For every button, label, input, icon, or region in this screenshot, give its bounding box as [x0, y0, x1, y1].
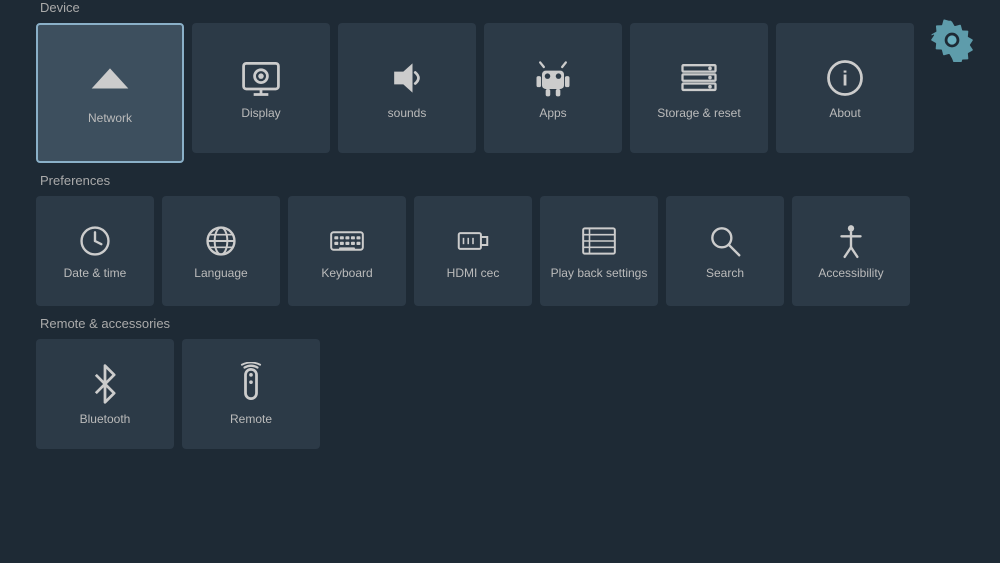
tile-date-time[interactable]: Date & time — [36, 196, 154, 306]
tile-storage-reset[interactable]: Storage & reset — [630, 23, 768, 153]
hdmi-label: HDMI cec — [447, 266, 500, 280]
language-label: Language — [194, 266, 247, 280]
tile-hdmi-cec[interactable]: HDMI cec — [414, 196, 532, 306]
date-time-label: Date & time — [64, 266, 127, 280]
tile-apps[interactable]: Apps — [484, 23, 622, 153]
apps-icon — [531, 56, 575, 100]
about-icon: i — [823, 56, 867, 100]
bluetooth-label: Bluetooth — [80, 412, 131, 426]
keyboard-icon — [328, 222, 366, 260]
playback-icon — [580, 222, 618, 260]
network-label: Network — [88, 111, 132, 125]
tile-remote[interactable]: Remote — [182, 339, 320, 449]
sounds-label: sounds — [388, 106, 427, 120]
remote-label: Remote — [230, 412, 272, 426]
tile-language[interactable]: Language — [162, 196, 280, 306]
language-icon — [202, 222, 240, 260]
tile-accessibility[interactable]: Accessibility — [792, 196, 910, 306]
device-tiles-row: Network Display sounds — [36, 23, 964, 163]
search-label: Search — [706, 266, 744, 280]
storage-icon — [677, 56, 721, 100]
accessibility-icon — [832, 222, 870, 260]
preferences-tiles-row: Date & time Language — [36, 196, 964, 306]
search-icon — [706, 222, 744, 260]
tile-display[interactable]: Display — [192, 23, 330, 153]
settings-gear-icon[interactable] — [930, 18, 978, 66]
accessibility-label: Accessibility — [818, 266, 883, 280]
remote-tiles-row: Bluetooth Remote — [36, 339, 964, 449]
tile-sounds[interactable]: sounds — [338, 23, 476, 153]
about-label: About — [829, 106, 860, 120]
display-label: Display — [241, 106, 280, 120]
display-icon — [239, 56, 283, 100]
preferences-section-label: Preferences — [36, 173, 964, 188]
tile-about[interactable]: i About — [776, 23, 914, 153]
apps-label: Apps — [539, 106, 566, 120]
tile-playback-settings[interactable]: Play back settings — [540, 196, 658, 306]
date-time-icon — [76, 222, 114, 260]
device-section: Device Network Display — [0, 0, 1000, 163]
storage-label: Storage & reset — [657, 106, 740, 120]
device-section-label: Device — [36, 0, 964, 15]
tile-bluetooth[interactable]: Bluetooth — [36, 339, 174, 449]
remote-section-label: Remote & accessories — [36, 316, 964, 331]
hdmi-icon — [454, 222, 492, 260]
remote-section: Remote & accessories Bluetooth Remote — [0, 316, 1000, 449]
tile-network[interactable]: Network — [36, 23, 184, 163]
sounds-icon — [385, 56, 429, 100]
playback-label: Play back settings — [551, 266, 648, 280]
tile-keyboard[interactable]: Keyboard — [288, 196, 406, 306]
network-icon — [88, 61, 132, 105]
bluetooth-icon — [83, 362, 127, 406]
preferences-section: Preferences Date & time Language — [0, 173, 1000, 306]
svg-text:i: i — [842, 68, 848, 90]
remote-icon — [229, 362, 273, 406]
tile-search[interactable]: Search — [666, 196, 784, 306]
keyboard-label: Keyboard — [321, 266, 372, 280]
